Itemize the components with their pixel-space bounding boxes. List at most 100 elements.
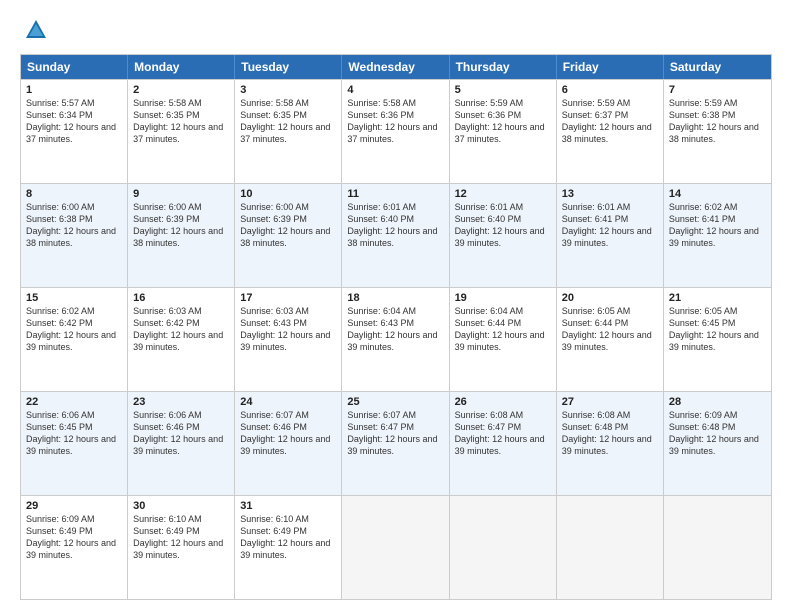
day-number: 3: [240, 84, 336, 96]
day-number: 10: [240, 188, 336, 200]
day-number: 7: [669, 84, 766, 96]
day-number: 27: [562, 396, 658, 408]
day-info: Sunrise: 6:07 AMSunset: 6:47 PMDaylight:…: [347, 409, 443, 458]
day-info: Sunrise: 6:00 AMSunset: 6:39 PMDaylight:…: [240, 201, 336, 250]
day-info: Sunrise: 6:01 AMSunset: 6:40 PMDaylight:…: [455, 201, 551, 250]
day-info: Sunrise: 6:08 AMSunset: 6:47 PMDaylight:…: [455, 409, 551, 458]
page: SundayMondayTuesdayWednesdayThursdayFrid…: [0, 0, 792, 612]
day-number: 9: [133, 188, 229, 200]
day-number: 17: [240, 292, 336, 304]
header-day-sunday: Sunday: [21, 55, 128, 79]
day-cell-5: 5Sunrise: 5:59 AMSunset: 6:36 PMDaylight…: [450, 80, 557, 183]
day-number: 21: [669, 292, 766, 304]
day-cell-28: 28Sunrise: 6:09 AMSunset: 6:48 PMDayligh…: [664, 392, 771, 495]
day-info: Sunrise: 6:02 AMSunset: 6:41 PMDaylight:…: [669, 201, 766, 250]
calendar-header: SundayMondayTuesdayWednesdayThursdayFrid…: [21, 55, 771, 79]
day-number: 20: [562, 292, 658, 304]
day-cell-29: 29Sunrise: 6:09 AMSunset: 6:49 PMDayligh…: [21, 496, 128, 599]
day-info: Sunrise: 6:05 AMSunset: 6:44 PMDaylight:…: [562, 305, 658, 354]
day-number: 23: [133, 396, 229, 408]
day-info: Sunrise: 6:09 AMSunset: 6:48 PMDaylight:…: [669, 409, 766, 458]
day-info: Sunrise: 6:01 AMSunset: 6:41 PMDaylight:…: [562, 201, 658, 250]
calendar-row-1: 1Sunrise: 5:57 AMSunset: 6:34 PMDaylight…: [21, 79, 771, 183]
day-cell-16: 16Sunrise: 6:03 AMSunset: 6:42 PMDayligh…: [128, 288, 235, 391]
day-info: Sunrise: 6:01 AMSunset: 6:40 PMDaylight:…: [347, 201, 443, 250]
day-number: 6: [562, 84, 658, 96]
day-number: 14: [669, 188, 766, 200]
calendar-row-2: 8Sunrise: 6:00 AMSunset: 6:38 PMDaylight…: [21, 183, 771, 287]
day-number: 15: [26, 292, 122, 304]
day-cell-24: 24Sunrise: 6:07 AMSunset: 6:46 PMDayligh…: [235, 392, 342, 495]
empty-cell: [342, 496, 449, 599]
day-number: 8: [26, 188, 122, 200]
calendar-row-3: 15Sunrise: 6:02 AMSunset: 6:42 PMDayligh…: [21, 287, 771, 391]
day-number: 19: [455, 292, 551, 304]
day-cell-15: 15Sunrise: 6:02 AMSunset: 6:42 PMDayligh…: [21, 288, 128, 391]
day-info: Sunrise: 5:57 AMSunset: 6:34 PMDaylight:…: [26, 97, 122, 146]
day-info: Sunrise: 6:03 AMSunset: 6:43 PMDaylight:…: [240, 305, 336, 354]
day-cell-27: 27Sunrise: 6:08 AMSunset: 6:48 PMDayligh…: [557, 392, 664, 495]
day-number: 18: [347, 292, 443, 304]
day-info: Sunrise: 6:06 AMSunset: 6:45 PMDaylight:…: [26, 409, 122, 458]
empty-cell: [450, 496, 557, 599]
day-cell-11: 11Sunrise: 6:01 AMSunset: 6:40 PMDayligh…: [342, 184, 449, 287]
day-info: Sunrise: 6:05 AMSunset: 6:45 PMDaylight:…: [669, 305, 766, 354]
day-number: 28: [669, 396, 766, 408]
day-cell-20: 20Sunrise: 6:05 AMSunset: 6:44 PMDayligh…: [557, 288, 664, 391]
logo: [20, 16, 50, 44]
day-cell-7: 7Sunrise: 5:59 AMSunset: 6:38 PMDaylight…: [664, 80, 771, 183]
day-number: 1: [26, 84, 122, 96]
day-number: 13: [562, 188, 658, 200]
day-cell-22: 22Sunrise: 6:06 AMSunset: 6:45 PMDayligh…: [21, 392, 128, 495]
day-cell-2: 2Sunrise: 5:58 AMSunset: 6:35 PMDaylight…: [128, 80, 235, 183]
logo-icon: [22, 16, 50, 44]
day-cell-19: 19Sunrise: 6:04 AMSunset: 6:44 PMDayligh…: [450, 288, 557, 391]
calendar: SundayMondayTuesdayWednesdayThursdayFrid…: [20, 54, 772, 600]
calendar-row-4: 22Sunrise: 6:06 AMSunset: 6:45 PMDayligh…: [21, 391, 771, 495]
empty-cell: [664, 496, 771, 599]
calendar-row-5: 29Sunrise: 6:09 AMSunset: 6:49 PMDayligh…: [21, 495, 771, 599]
day-cell-13: 13Sunrise: 6:01 AMSunset: 6:41 PMDayligh…: [557, 184, 664, 287]
day-number: 25: [347, 396, 443, 408]
day-info: Sunrise: 6:00 AMSunset: 6:38 PMDaylight:…: [26, 201, 122, 250]
day-cell-25: 25Sunrise: 6:07 AMSunset: 6:47 PMDayligh…: [342, 392, 449, 495]
day-info: Sunrise: 5:59 AMSunset: 6:37 PMDaylight:…: [562, 97, 658, 146]
day-info: Sunrise: 6:00 AMSunset: 6:39 PMDaylight:…: [133, 201, 229, 250]
day-info: Sunrise: 6:07 AMSunset: 6:46 PMDaylight:…: [240, 409, 336, 458]
calendar-body: 1Sunrise: 5:57 AMSunset: 6:34 PMDaylight…: [21, 79, 771, 599]
day-info: Sunrise: 6:03 AMSunset: 6:42 PMDaylight:…: [133, 305, 229, 354]
header-day-friday: Friday: [557, 55, 664, 79]
day-number: 26: [455, 396, 551, 408]
day-info: Sunrise: 6:08 AMSunset: 6:48 PMDaylight:…: [562, 409, 658, 458]
day-info: Sunrise: 6:02 AMSunset: 6:42 PMDaylight:…: [26, 305, 122, 354]
header-day-tuesday: Tuesday: [235, 55, 342, 79]
day-cell-21: 21Sunrise: 6:05 AMSunset: 6:45 PMDayligh…: [664, 288, 771, 391]
day-number: 12: [455, 188, 551, 200]
day-info: Sunrise: 6:06 AMSunset: 6:46 PMDaylight:…: [133, 409, 229, 458]
header: [20, 16, 772, 44]
day-number: 5: [455, 84, 551, 96]
day-cell-3: 3Sunrise: 5:58 AMSunset: 6:35 PMDaylight…: [235, 80, 342, 183]
day-info: Sunrise: 5:59 AMSunset: 6:36 PMDaylight:…: [455, 97, 551, 146]
header-day-wednesday: Wednesday: [342, 55, 449, 79]
day-cell-10: 10Sunrise: 6:00 AMSunset: 6:39 PMDayligh…: [235, 184, 342, 287]
day-number: 16: [133, 292, 229, 304]
day-number: 11: [347, 188, 443, 200]
day-cell-14: 14Sunrise: 6:02 AMSunset: 6:41 PMDayligh…: [664, 184, 771, 287]
header-day-thursday: Thursday: [450, 55, 557, 79]
day-number: 24: [240, 396, 336, 408]
day-info: Sunrise: 5:59 AMSunset: 6:38 PMDaylight:…: [669, 97, 766, 146]
day-cell-6: 6Sunrise: 5:59 AMSunset: 6:37 PMDaylight…: [557, 80, 664, 183]
day-info: Sunrise: 6:04 AMSunset: 6:44 PMDaylight:…: [455, 305, 551, 354]
day-cell-18: 18Sunrise: 6:04 AMSunset: 6:43 PMDayligh…: [342, 288, 449, 391]
day-cell-26: 26Sunrise: 6:08 AMSunset: 6:47 PMDayligh…: [450, 392, 557, 495]
day-cell-9: 9Sunrise: 6:00 AMSunset: 6:39 PMDaylight…: [128, 184, 235, 287]
day-number: 29: [26, 500, 122, 512]
day-info: Sunrise: 6:04 AMSunset: 6:43 PMDaylight:…: [347, 305, 443, 354]
header-day-saturday: Saturday: [664, 55, 771, 79]
day-number: 31: [240, 500, 336, 512]
day-number: 22: [26, 396, 122, 408]
day-cell-31: 31Sunrise: 6:10 AMSunset: 6:49 PMDayligh…: [235, 496, 342, 599]
day-info: Sunrise: 5:58 AMSunset: 6:35 PMDaylight:…: [133, 97, 229, 146]
day-cell-23: 23Sunrise: 6:06 AMSunset: 6:46 PMDayligh…: [128, 392, 235, 495]
